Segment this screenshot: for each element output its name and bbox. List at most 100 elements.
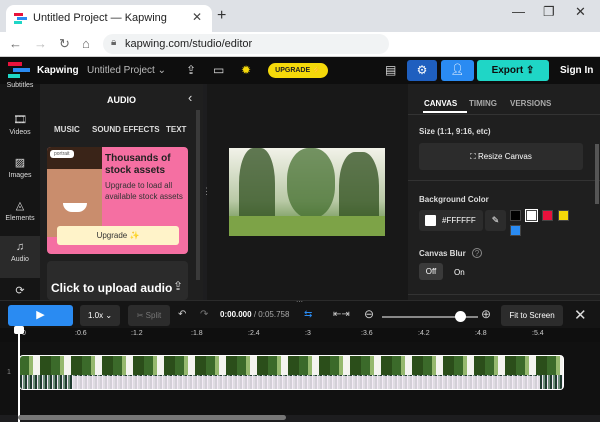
transitions-icon: ⟳ xyxy=(15,285,25,297)
rail-item-transitions[interactable]: ⟳ xyxy=(0,279,40,300)
snap-icon[interactable]: ⇆ xyxy=(304,309,312,320)
upload-icon[interactable]: ⇪ xyxy=(186,63,196,77)
brand-name[interactable]: Kapwing xyxy=(37,65,79,76)
add-user-icon[interactable]: 👤︎ xyxy=(441,60,474,81)
blur-on-toggle[interactable]: On xyxy=(454,268,465,277)
rail-label: Elements xyxy=(5,215,35,222)
sign-in-link[interactable]: Sign In xyxy=(560,65,593,76)
timeline-toolbar: ⋯ ▶ 1.0x ⌄ ✂ Split ↶ ↷ 0:00.000 / 0:05.7… xyxy=(0,298,600,328)
upload-audio-label: Click to upload audio xyxy=(51,281,173,295)
timeline-scrollbar[interactable] xyxy=(18,415,286,420)
redo-icon[interactable]: ↷ xyxy=(200,309,208,320)
ruler-tick: :2.4 xyxy=(248,330,260,337)
undo-icon[interactable]: ↶ xyxy=(178,309,186,320)
ruler-tick: :3 xyxy=(305,330,311,337)
resize-canvas-button[interactable]: ⛶ Resize Canvas xyxy=(419,143,583,170)
browser-tab[interactable]: Untitled Project — Kapwing ✕ xyxy=(6,5,212,32)
playhead-handle[interactable] xyxy=(14,326,24,334)
zoom-slider-handle[interactable] xyxy=(455,311,466,322)
kapwing-favicon-icon xyxy=(14,13,27,24)
tab-versions[interactable]: VERSIONS xyxy=(510,99,551,108)
rail-item-videos[interactable]: 🎞︎ Videos xyxy=(0,108,40,150)
properties-scrollbar[interactable] xyxy=(595,144,599,204)
new-tab-button[interactable]: + xyxy=(217,7,226,25)
tab-close-icon[interactable]: ✕ xyxy=(192,10,202,24)
tab-text[interactable]: TEXT xyxy=(166,125,186,134)
minimize-icon[interactable]: — xyxy=(512,4,525,19)
zoom-out-icon[interactable]: ⊖ xyxy=(364,307,374,321)
panel-scrollbar[interactable] xyxy=(196,110,200,280)
timeline-resize-handle[interactable]: ⋯ xyxy=(296,298,303,306)
home-icon[interactable]: ⌂ xyxy=(82,36,90,51)
rail-item-elements[interactable]: ◬ Elements xyxy=(0,194,40,236)
rail-label: Images xyxy=(8,172,32,179)
swatch-white[interactable] xyxy=(525,209,538,222)
film-icon: 🎞︎ xyxy=(13,114,27,126)
video-canvas[interactable] xyxy=(229,148,385,236)
play-icon[interactable]: ▶ xyxy=(8,305,73,326)
panel-resize-handle[interactable]: ⋮ xyxy=(202,186,211,197)
rail-item-audio[interactable]: ♫ Audio xyxy=(0,236,40,278)
rail-item-images[interactable]: ▨ Images xyxy=(0,151,40,193)
timecode: 0:00.000 / 0:05.758 xyxy=(220,310,289,319)
ruler-tick: :3.6 xyxy=(361,330,373,337)
rail-item-subtitles[interactable]: Subtitles xyxy=(0,78,40,100)
reload-icon[interactable]: ↻ xyxy=(59,36,70,52)
ruler-tick: :1.2 xyxy=(131,330,143,337)
swatch-yellow[interactable] xyxy=(558,210,569,221)
tab-canvas[interactable]: CANVAS xyxy=(424,99,457,108)
stock-assets-promo[interactable]: portrait Thousands of stock assets Upgra… xyxy=(47,147,188,254)
playback-speed-select[interactable]: 1.0x ⌄ xyxy=(80,305,120,326)
tab-sound-effects[interactable]: SOUND EFFECTS xyxy=(92,125,160,134)
close-timeline-icon[interactable]: ✕ xyxy=(574,306,587,324)
eyedropper-icon[interactable]: ✎ xyxy=(485,210,506,231)
chevron-left-icon[interactable]: ‹ xyxy=(188,90,192,105)
url-field[interactable]: 🔒︎ kapwing.com/studio/editor xyxy=(103,34,389,54)
ruler-tick: :5.4 xyxy=(532,330,544,337)
upgrade-button[interactable]: UPGRADE ⚡ xyxy=(268,63,328,78)
swatch-black[interactable] xyxy=(510,210,521,221)
resize-icon: ⛶ xyxy=(470,152,476,161)
section-divider xyxy=(408,294,600,295)
export-share-icon: ⇪ xyxy=(526,65,535,76)
lock-icon: 🔒︎ xyxy=(111,37,117,48)
ruler-tick: :4.8 xyxy=(475,330,487,337)
help-icon[interactable]: ? xyxy=(472,248,482,258)
blur-off-toggle[interactable]: Off xyxy=(419,263,443,280)
background-color-input[interactable]: #FFFFFF xyxy=(419,210,483,231)
ruler-tick: :0.6 xyxy=(75,330,87,337)
total-time: / 0:05.758 xyxy=(253,310,290,319)
lightbulb-icon[interactable]: ✹ xyxy=(241,63,251,77)
zoom-in-icon[interactable]: ⊕ xyxy=(481,307,491,321)
upload-audio-card[interactable]: Click to upload audio ⇪ xyxy=(47,261,188,300)
tab-timing[interactable]: TIMING xyxy=(469,99,497,108)
fit-to-screen-button[interactable]: Fit to Screen xyxy=(501,305,563,326)
export-button[interactable]: Export ⇪ xyxy=(477,60,549,81)
project-title[interactable]: Untitled Project ⌄ xyxy=(87,65,166,76)
subtitle-toggle-icon[interactable]: ▭ xyxy=(213,63,224,77)
swatch-red[interactable] xyxy=(542,210,553,221)
timeline-ruler[interactable]: 0 :0.6 :1.2 :1.8 :2.4 :3 :3.6 :4.2 :4.8 … xyxy=(0,328,600,342)
restore-icon[interactable]: ❐ xyxy=(543,4,555,20)
properties-panel: CANVAS TIMING VERSIONS Size (1:1, 9:16, … xyxy=(408,84,600,300)
forward-arrow-icon[interactable]: → xyxy=(34,36,47,51)
window-close-icon[interactable]: ✕ xyxy=(575,4,586,20)
fit-clip-icon[interactable]: ⇤⇥ xyxy=(333,309,350,320)
swatch-blue[interactable] xyxy=(510,225,521,236)
promo-upgrade-button[interactable]: Upgrade ✨ xyxy=(57,226,179,245)
image-icon: ▨ xyxy=(14,157,26,169)
comment-icon[interactable]: ▤ xyxy=(385,63,396,77)
video-grass xyxy=(229,216,385,236)
background-color-label: Background Color xyxy=(419,195,489,204)
split-button[interactable]: ✂ Split xyxy=(128,305,170,326)
tab-music[interactable]: MUSIC xyxy=(54,125,80,134)
promo-portrait-image xyxy=(47,147,102,237)
active-tab-indicator xyxy=(423,111,467,113)
back-arrow-icon[interactable]: ← xyxy=(9,36,22,51)
tab-divider xyxy=(408,114,600,115)
background-hex-value: #FFFFFF xyxy=(442,216,476,225)
video-clip[interactable] xyxy=(19,355,564,390)
settings-gear-icon[interactable]: ⚙ xyxy=(407,60,437,81)
playhead[interactable] xyxy=(18,328,20,422)
upload-icon: ⇪ xyxy=(173,279,184,293)
